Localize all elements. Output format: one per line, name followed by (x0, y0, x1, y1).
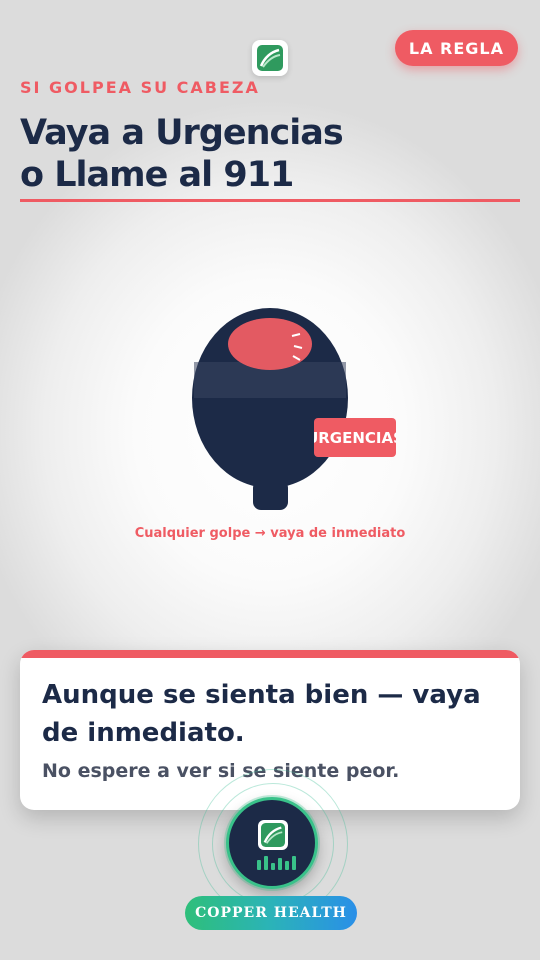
head-illustration (180, 300, 410, 520)
card-headline: Aunque se sienta bien — vaya de inmediat… (42, 680, 481, 748)
brand-name: COPPER HEALTH (195, 905, 347, 921)
rule-badge-label: LA REGLA (408, 38, 504, 58)
kicker-text: SI GOLPEA SU CABEZA (20, 78, 260, 97)
copper-health-logo-icon (258, 820, 288, 850)
urgency-tag-label: URGENCIAS (314, 428, 396, 447)
page-title: Vaya a Urgencias o Llame al 911 (20, 112, 500, 196)
title-line-2: o Llame al 911 (20, 155, 294, 195)
brand-name-pill: COPPER HEALTH (185, 896, 357, 930)
title-line-1: Vaya a Urgencias (20, 113, 344, 153)
app-logo-icon (252, 40, 288, 76)
rule-badge: LA REGLA (394, 30, 518, 66)
urgency-tag: URGENCIAS (314, 418, 396, 457)
audio-bars-icon (257, 856, 296, 870)
illustration-caption: Cualquier golpe → vaya de inmediato (134, 526, 406, 541)
brand-audio-button[interactable] (226, 797, 318, 889)
card-accent-stripe (20, 650, 520, 658)
title-divider (20, 199, 520, 202)
